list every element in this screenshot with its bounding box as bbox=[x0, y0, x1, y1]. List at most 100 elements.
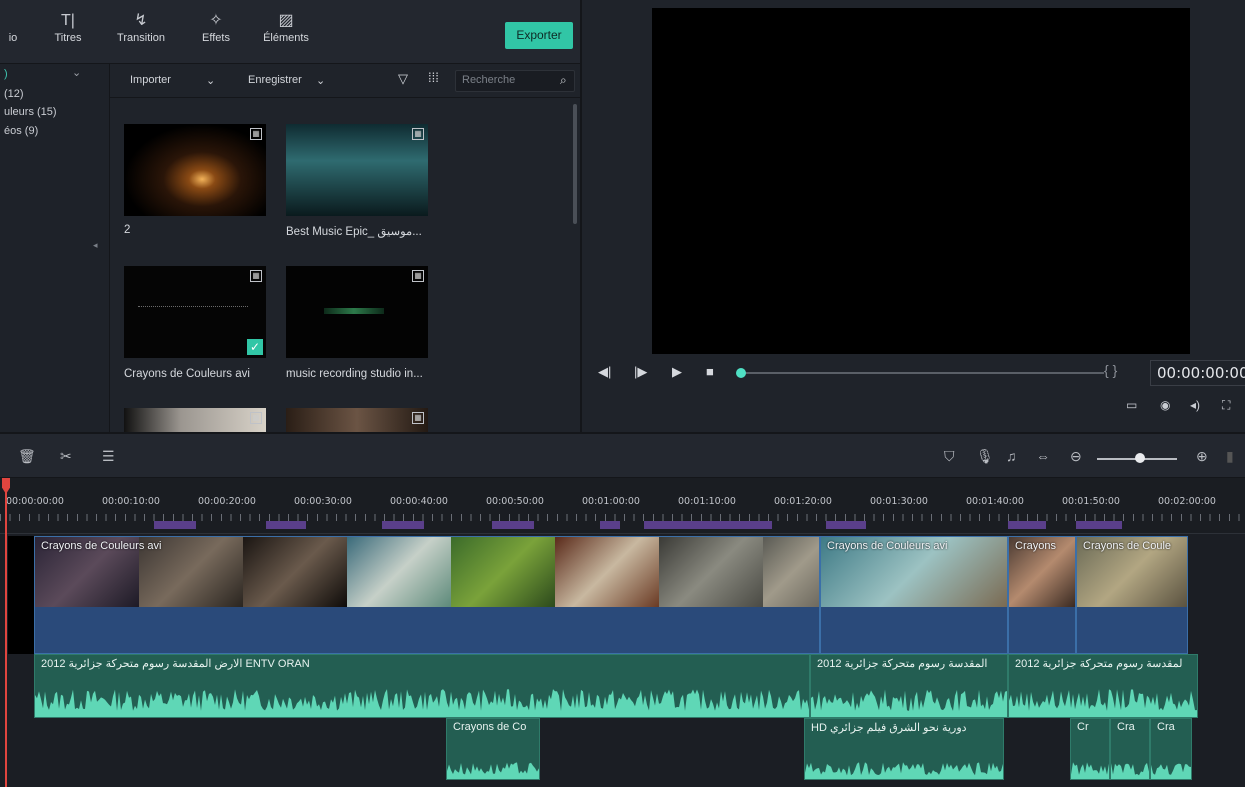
media-library-sidebar: ) ⌄ (12) uleurs (15) éos (9) ◂ bbox=[0, 64, 110, 432]
audio-clip[interactable]: 2012 لمقدسة رسوم متحركة جزائرية bbox=[1008, 654, 1198, 718]
ruler-tick-label: 00:01:10:00 bbox=[678, 496, 736, 507]
audio-clip[interactable]: HD دورية نحو الشرق فيلم جزائري bbox=[804, 718, 1004, 780]
progress-track[interactable] bbox=[744, 372, 1104, 374]
library-item[interactable]: éos (9) bbox=[4, 125, 38, 137]
clip-marker bbox=[826, 521, 866, 529]
timecode-display: 00:00:00:00 bbox=[1150, 360, 1245, 386]
media-thumbnail[interactable]: ▦ ✓ bbox=[124, 266, 266, 358]
search-icon[interactable]: ⌕ bbox=[560, 73, 567, 88]
microphone-icon[interactable]: 🎙 bbox=[976, 448, 994, 465]
clip-marker bbox=[1008, 521, 1046, 529]
media-caption: Crayons de Couleurs avi bbox=[124, 368, 250, 380]
chevron-down-icon[interactable]: ⌄ bbox=[316, 74, 325, 87]
media-thumbnail[interactable]: ▦ bbox=[124, 124, 266, 216]
audio-clip[interactable]: Cra bbox=[1110, 718, 1150, 780]
playback-controls: ◀| |▶ ▶ ■ { } 00:00:00:00 bbox=[582, 358, 1245, 388]
media-caption: Best Music Epic_ موسيق... bbox=[286, 226, 422, 238]
preview-screen bbox=[652, 8, 1190, 354]
chevron-down-icon[interactable]: ⌄ bbox=[206, 74, 215, 87]
fit-timeline-icon[interactable]: ⇔ bbox=[1036, 448, 1050, 464]
zoom-in-icon[interactable]: ⊕ bbox=[1196, 448, 1208, 465]
audio-clip[interactable]: Cr bbox=[1070, 718, 1110, 780]
audio-waveform bbox=[1111, 762, 1149, 779]
video-clip-start[interactable] bbox=[8, 536, 34, 654]
tab-transition[interactable]: ↯ Transition bbox=[112, 10, 170, 44]
video-clip[interactable]: Crayons de Coule bbox=[1076, 536, 1188, 654]
ruler-tick-label: 00:00:10:00 bbox=[102, 496, 160, 507]
video-clip[interactable]: Crayons bbox=[1008, 536, 1076, 654]
play-icon[interactable]: ▶ bbox=[672, 364, 682, 380]
checked-icon[interactable]: ✓ bbox=[247, 339, 263, 355]
media-panel: Importer ⌄ Enregistrer ⌄ ▽ ⁞⁞⁞ Recherche… bbox=[110, 64, 580, 432]
video-clip[interactable]: Crayons de Couleurs avi bbox=[34, 536, 820, 654]
cut-icon[interactable]: ✂ bbox=[60, 448, 72, 465]
thumbnail-graphic bbox=[324, 308, 384, 314]
volume-icon[interactable]: ◂) bbox=[1190, 398, 1200, 412]
audio-waveform bbox=[811, 689, 1007, 717]
search-input[interactable]: Recherche bbox=[455, 70, 575, 92]
progress-handle[interactable] bbox=[736, 368, 746, 378]
library-item[interactable]: ) bbox=[4, 68, 8, 80]
playhead-line[interactable] bbox=[5, 478, 7, 787]
library-item[interactable]: (12) bbox=[4, 88, 24, 100]
clip-label: Cra bbox=[1157, 721, 1175, 733]
clip-label: Crayons de Coule bbox=[1083, 540, 1172, 552]
media-thumbnail[interactable]: ▦ bbox=[286, 408, 428, 432]
snapshot-icon[interactable]: ◉ bbox=[1160, 398, 1170, 412]
audio-clip[interactable]: 2012 المقدسة رسوم متحركة جزائرية bbox=[810, 654, 1008, 718]
render-settings-icon[interactable]: ▭ bbox=[1126, 398, 1137, 412]
audio-clip[interactable]: Cra bbox=[1150, 718, 1192, 780]
media-thumbnail[interactable]: ▦ bbox=[286, 266, 428, 358]
tab-titles[interactable]: T| Titres bbox=[48, 10, 88, 44]
clip-label: Cr bbox=[1077, 721, 1089, 733]
prev-frame-icon[interactable]: ◀| bbox=[598, 364, 611, 380]
mark-brackets[interactable]: { } bbox=[1104, 362, 1117, 378]
fullscreen-icon[interactable]: ⛶ bbox=[1222, 398, 1230, 413]
film-icon: ▦ bbox=[250, 128, 262, 140]
media-thumbnail[interactable]: ▦ bbox=[286, 124, 428, 216]
filter-icon[interactable]: ▽ bbox=[398, 71, 408, 87]
collapse-arrow-icon[interactable]: ◂ bbox=[93, 240, 98, 251]
tab-elements[interactable]: ▨ Éléments bbox=[254, 10, 318, 44]
stop-icon[interactable]: ■ bbox=[706, 364, 714, 379]
media-caption: music recording studio in... bbox=[286, 368, 423, 380]
film-icon: ▦ bbox=[250, 270, 262, 282]
clip-label: 2012 الارض المقدسة رسوم متحركة جزائرية E… bbox=[41, 658, 310, 670]
clip-marker bbox=[600, 521, 620, 529]
delete-icon[interactable]: 🗑 bbox=[18, 448, 36, 465]
media-scrollbar[interactable] bbox=[573, 104, 577, 224]
ruler-minor-ticks bbox=[0, 514, 1245, 521]
clip-marker bbox=[492, 521, 534, 529]
import-button[interactable]: Importer bbox=[130, 74, 171, 86]
audio-icon bbox=[2, 10, 24, 32]
tab-audio[interactable]: io bbox=[2, 10, 24, 44]
zoom-slider-handle[interactable] bbox=[1135, 453, 1145, 463]
audio-mixer-icon[interactable]: ♫ bbox=[1006, 448, 1017, 464]
panel-toggle-icon[interactable]: ▮ bbox=[1226, 448, 1234, 465]
export-button[interactable]: Exporter bbox=[505, 22, 573, 49]
audio-clip[interactable]: Crayons de Co bbox=[446, 718, 540, 780]
timeline-ruler[interactable]: 00:00:00:00 00:00:10:00 00:00:20:00 00:00:3… bbox=[0, 478, 1245, 534]
elements-icon: ▨ bbox=[278, 12, 294, 29]
preview-panel: ◀| |▶ ▶ ■ { } 00:00:00:00 ▭ ◉ ◂) ⛶ bbox=[580, 0, 1245, 432]
step-forward-icon[interactable]: |▶ bbox=[634, 364, 647, 380]
clip-label: Crayons de Couleurs avi bbox=[41, 540, 162, 552]
clip-label: Crayons bbox=[1015, 540, 1056, 552]
clip-label: Crayons de Couleurs avi bbox=[827, 540, 948, 552]
audio-clip[interactable]: 2012 الارض المقدسة رسوم متحركة جزائرية E… bbox=[34, 654, 810, 718]
tab-effects[interactable]: ✧ Effets bbox=[196, 10, 236, 44]
library-item[interactable]: uleurs (15) bbox=[4, 106, 57, 118]
effects-icon: ✧ bbox=[209, 12, 223, 29]
chevron-down-icon[interactable]: ⌄ bbox=[72, 66, 81, 79]
media-thumbnail[interactable]: ▦ bbox=[124, 408, 266, 432]
video-clip[interactable]: Crayons de Couleurs avi bbox=[820, 536, 1008, 654]
adjust-icon[interactable]: ☰ bbox=[102, 448, 115, 465]
audio-waveform bbox=[805, 762, 1003, 779]
marker-icon[interactable]: ⛉ bbox=[944, 448, 955, 465]
ruler-tick-label: 00:00:30:00 bbox=[294, 496, 352, 507]
zoom-out-icon[interactable]: ⊖ bbox=[1070, 448, 1082, 465]
grid-view-icon[interactable]: ⁞⁞⁞ bbox=[428, 70, 439, 85]
record-button[interactable]: Enregistrer bbox=[248, 74, 302, 86]
timeline-toolbar: 🗑 ✂ ☰ ⛉ 🎙 ♫ ⇔ ⊖ ⊕ ▮ bbox=[0, 432, 1245, 478]
audio-waveform bbox=[1009, 689, 1197, 717]
